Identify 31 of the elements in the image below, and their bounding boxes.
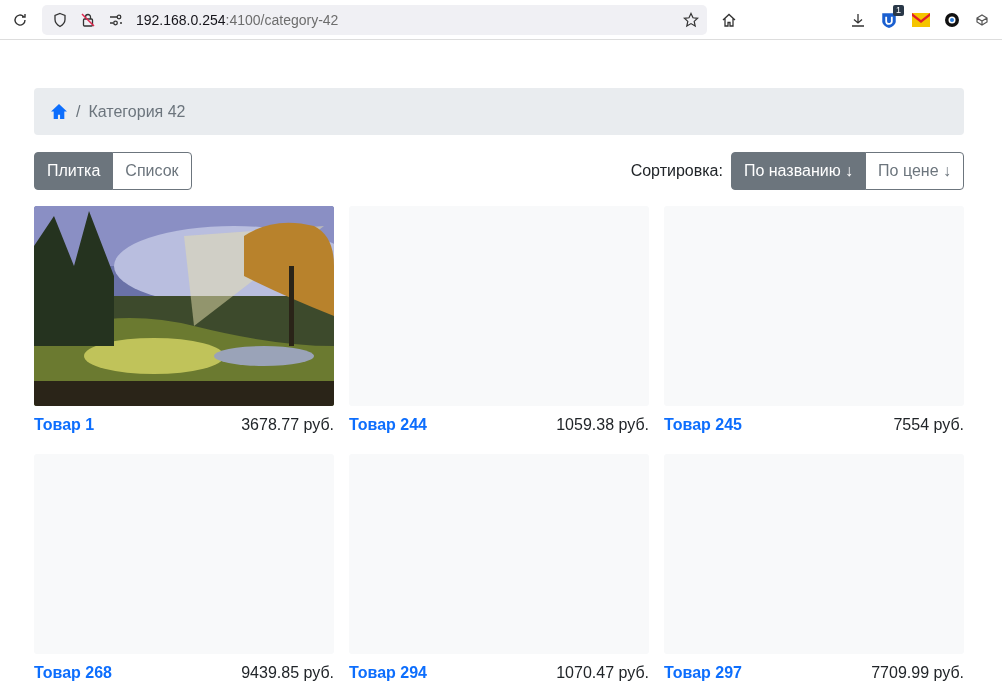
product-price: 7554 руб. [893,416,964,434]
sort-button[interactable]: По цене ↓ [865,152,964,190]
sort-label: Сортировка: [630,162,723,180]
star-icon[interactable] [683,11,699,28]
view-toggle-button[interactable]: Плитка [34,152,114,190]
product-link[interactable]: Товар 297 [664,664,742,682]
product-link[interactable]: Товар 268 [34,664,112,682]
address-bar[interactable]: 192.168.0.254:4100/category-42 [42,4,707,35]
view-toggle-button[interactable]: Список [112,152,192,190]
url-text: 192.168.0.254:4100/category-42 [136,11,340,28]
product-link[interactable]: Товар 294 [349,664,427,682]
product-price: 9439.85 руб. [241,664,334,682]
product-link[interactable]: Товар 244 [349,416,427,434]
product-price: 1070.47 руб. [556,664,649,682]
home-icon[interactable] [721,11,737,28]
product-link[interactable]: Товар 1 [34,416,95,434]
product-price: 3678.77 руб. [241,416,334,434]
product-link[interactable]: Товар 245 [664,416,742,434]
product-price: 1059.38 руб. [556,416,649,434]
eye-icon[interactable] [944,11,960,28]
shield-icon[interactable] [52,11,68,28]
breadcrumb-separator: / [76,102,81,121]
product-price: 7709.99 руб. [871,664,964,682]
reload-icon[interactable] [12,11,28,28]
breadcrumb-item: Категория 42 [88,102,186,121]
notification-badge: 1 [893,4,904,16]
sort-button[interactable]: По названию ↓ [730,152,867,190]
shield-extension-icon[interactable] [880,10,898,29]
mail-icon[interactable] [912,12,930,27]
insecure-lock-icon[interactable] [80,11,96,28]
download-icon[interactable] [850,11,866,28]
